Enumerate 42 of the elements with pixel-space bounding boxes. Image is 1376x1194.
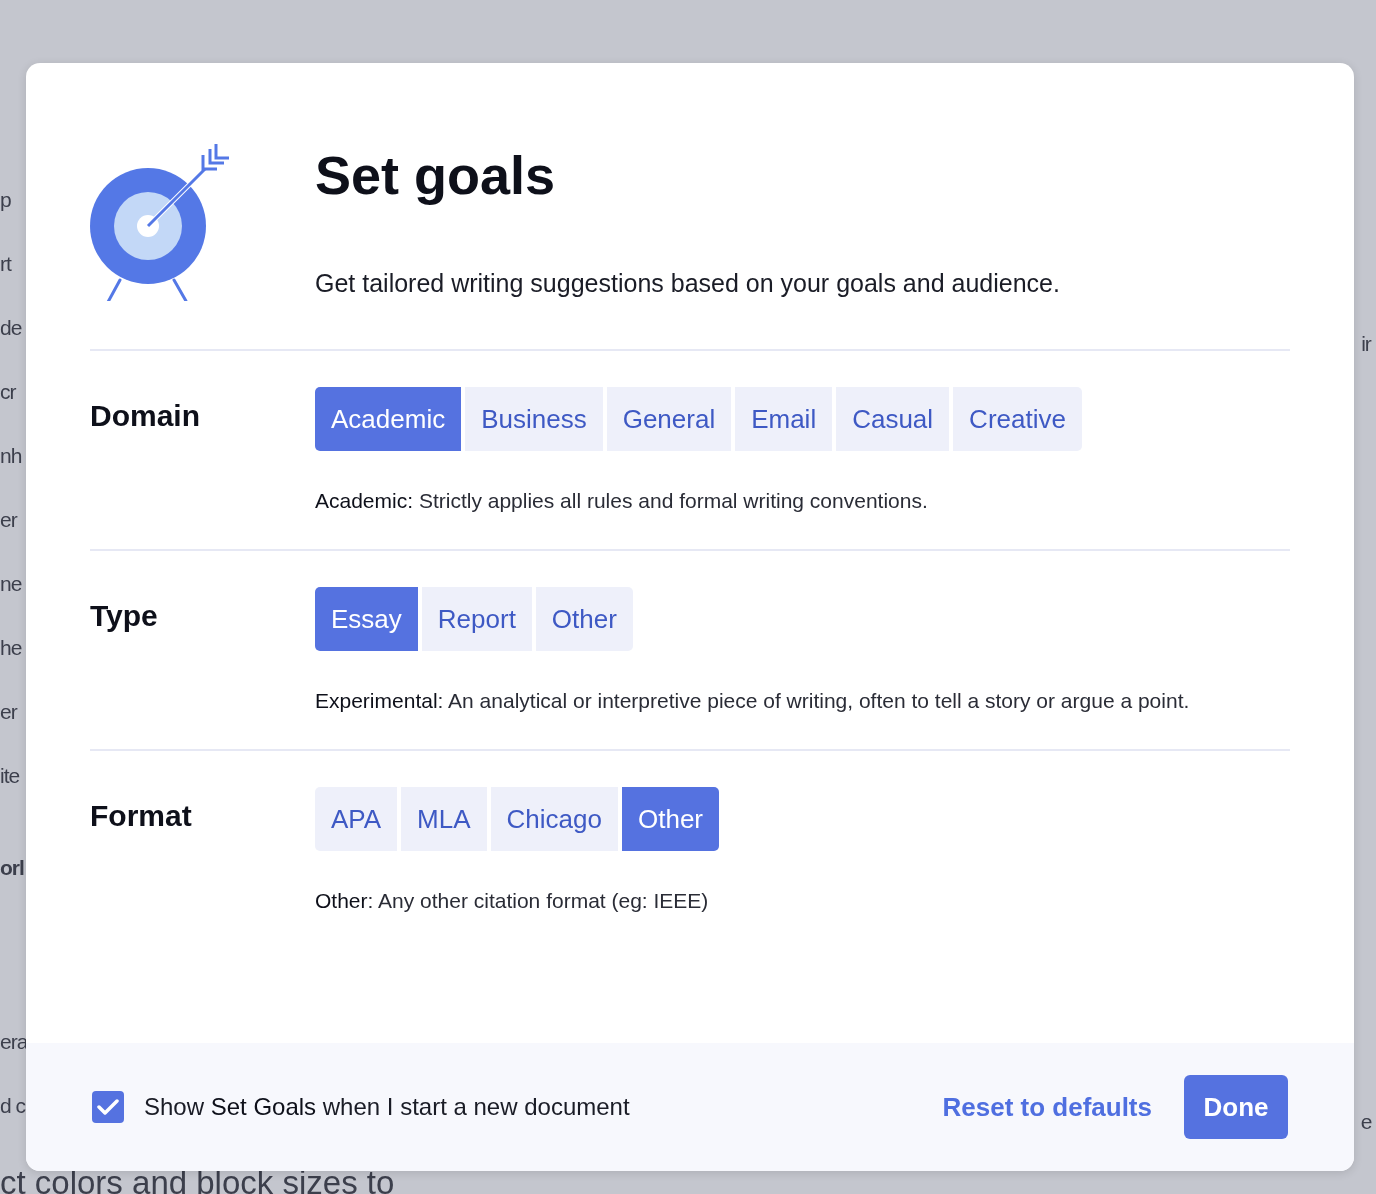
section-label: Domain xyxy=(90,398,201,434)
option-description: Other: Any other citation format (eg: IEEE) xyxy=(315,888,710,914)
background-text: d c xyxy=(0,1093,26,1119)
option-button[interactable]: Email xyxy=(735,387,833,451)
option-button[interactable]: Casual xyxy=(836,387,950,451)
reset-link[interactable]: Reset to defaults xyxy=(942,1091,1152,1123)
background-text: orl xyxy=(0,855,25,881)
background-text: ite xyxy=(0,763,21,789)
section-label: Format xyxy=(90,798,193,834)
option-button[interactable]: Other xyxy=(535,587,633,651)
option-button[interactable]: Academic xyxy=(315,387,462,451)
background-text: ne xyxy=(0,571,23,597)
option-button[interactable]: MLA xyxy=(401,787,487,851)
dialog-subtitle: Get tailored writing suggestions based on your goals and audience. xyxy=(315,268,1060,299)
option-button[interactable]: Business xyxy=(465,387,603,451)
background-text: p xyxy=(0,187,12,213)
option-button[interactable]: Other xyxy=(622,787,719,851)
checkmark-icon xyxy=(97,1098,119,1116)
section-label: Type xyxy=(90,598,159,634)
checkbox[interactable] xyxy=(92,1091,124,1123)
option-description: Experimental: An analytical or interpretive piece of writing, often to tell a story or argue a point. xyxy=(315,688,1191,714)
background-text: er xyxy=(0,507,19,533)
option-description: Academic: Strictly applies all rules and formal writing conventions. xyxy=(315,488,929,514)
background-text: ct colors and block sizes to xyxy=(0,1163,395,1194)
option-button[interactable]: Report xyxy=(421,587,532,651)
background-text: nh xyxy=(0,443,23,469)
checkbox-label: Show Set Goals when I start a new document xyxy=(144,1093,630,1121)
background-text: cr xyxy=(0,379,17,405)
background-text: ir xyxy=(1361,331,1371,357)
option-button[interactable]: Creative xyxy=(953,387,1082,451)
option-button[interactable]: Chicago xyxy=(490,787,618,851)
target-icon xyxy=(90,143,230,301)
option-button[interactable]: Essay xyxy=(315,587,418,651)
option-button[interactable]: General xyxy=(606,387,732,451)
dialog-title: Set goals xyxy=(315,144,557,207)
background-text: he xyxy=(0,635,23,661)
done-button[interactable]: Done xyxy=(1184,1075,1288,1139)
background-text: e xyxy=(1360,1109,1372,1135)
background-text: er xyxy=(0,699,19,725)
background-text: de xyxy=(0,315,23,341)
background-text: rt xyxy=(0,251,13,277)
option-button[interactable]: APA xyxy=(315,787,398,851)
